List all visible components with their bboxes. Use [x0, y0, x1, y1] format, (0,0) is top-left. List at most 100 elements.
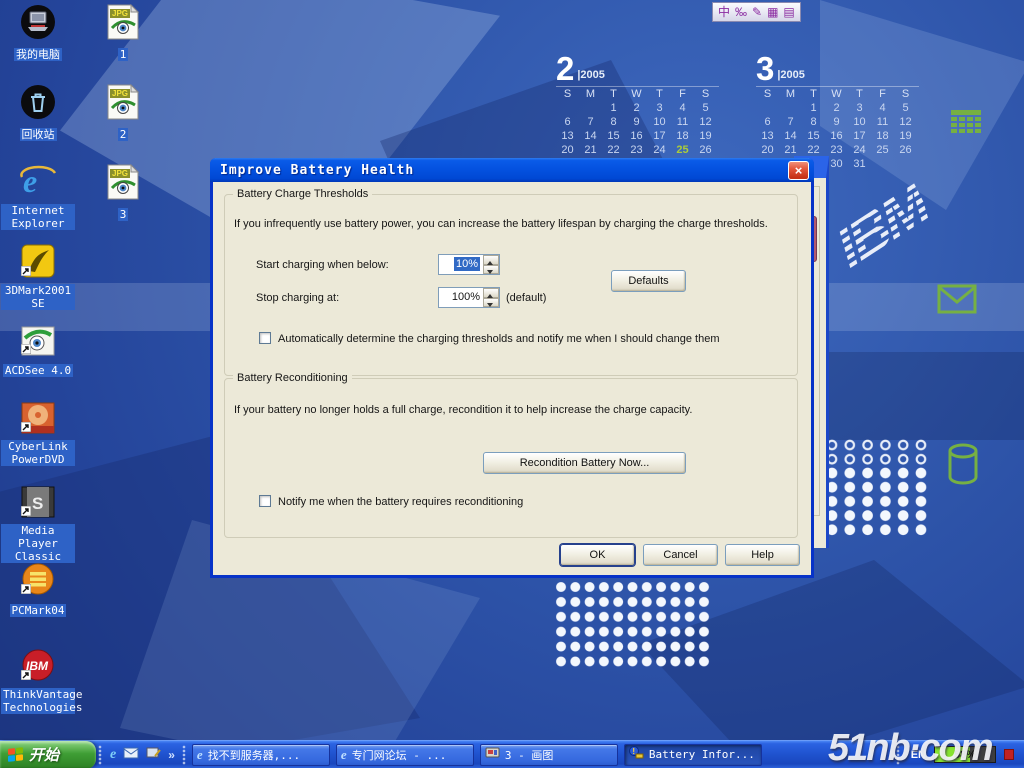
- icon-label: 2: [118, 128, 129, 141]
- icon-label: PCMark04: [10, 604, 67, 617]
- envelope-icon: [937, 283, 977, 320]
- calendar-day: 20: [556, 144, 579, 158]
- battery-reconditioning-group: Battery Reconditioning If your battery n…: [224, 378, 798, 538]
- calendar-day: 12: [694, 116, 717, 130]
- desktop-icon-jpg[interactable]: JPG 3: [86, 164, 160, 223]
- svg-text:S: S: [32, 494, 43, 513]
- taskbar-separator: [182, 745, 187, 765]
- recondition-battery-button[interactable]: Recondition Battery Now...: [483, 452, 686, 474]
- task-label: 专门网论坛 - ...: [352, 747, 447, 763]
- ime-language-bar[interactable]: 中 ‰ ✎ ▦ ▤: [712, 2, 801, 22]
- calendar-day: 20: [756, 144, 779, 158]
- calendar-day: [756, 102, 779, 116]
- soft-keyboard-icon[interactable]: ▦: [767, 6, 778, 18]
- calendar-day: 8: [602, 116, 625, 130]
- wallpaper-dots: [554, 580, 712, 669]
- calendar-day: 31: [848, 158, 871, 172]
- calendar-day-header: M: [579, 88, 602, 102]
- desktop-icon-jpg[interactable]: JPG1: [86, 4, 160, 63]
- task-button[interactable]: !Battery Infor...: [624, 744, 762, 766]
- spinner-up-icon[interactable]: [483, 288, 499, 298]
- menu-icon[interactable]: ▤: [783, 6, 794, 18]
- desktop-icon-recycle-bin[interactable]: 回收站: [1, 84, 75, 143]
- icon-label: 3: [118, 208, 129, 221]
- auto-determine-checkbox[interactable]: [259, 332, 271, 344]
- show-desktop-icon[interactable]: [146, 746, 161, 764]
- calendar-day: 22: [602, 144, 625, 158]
- start-charging-value: 10%: [454, 257, 480, 271]
- calendar-day: [579, 102, 602, 116]
- desktop-icon-3dmark[interactable]: 3DMark2001 SE: [1, 244, 75, 312]
- close-icon[interactable]: ×: [788, 161, 809, 180]
- spinner-up-icon[interactable]: [483, 255, 499, 265]
- calendar-day: 16: [625, 130, 648, 144]
- calendar-day: [894, 158, 917, 172]
- calendar-day: 15: [602, 130, 625, 144]
- desktop-icon-ie[interactable]: eInternet Explorer: [1, 162, 75, 232]
- help-button[interactable]: Help: [725, 544, 800, 566]
- icon-label: 回收站: [20, 128, 57, 141]
- start-button[interactable]: 开始: [0, 741, 96, 768]
- shortcut-arrow-icon: [21, 506, 31, 516]
- task-button[interactable]: e找不到服务器,...: [192, 744, 330, 766]
- ie-icon: e: [341, 747, 347, 763]
- cancel-button[interactable]: Cancel: [643, 544, 718, 566]
- spinner-down-icon[interactable]: [483, 265, 499, 275]
- calendar-day-header: T: [802, 88, 825, 102]
- calendar-day: 3: [848, 102, 871, 116]
- shortcut-arrow-icon: [21, 584, 31, 594]
- desktop-icon-acdsee[interactable]: ACDSee 4.0: [1, 326, 75, 379]
- task-buttons: e找不到服务器,...e专门网论坛 - ...3 - 画图!Battery In…: [189, 744, 765, 766]
- svg-text:JPG: JPG: [112, 169, 128, 178]
- desktop-icon-powerdvd[interactable]: CyberLink PowerDVD: [1, 402, 75, 468]
- database-cylinder-icon: [947, 443, 979, 490]
- desktop-icon-thinkvantage[interactable]: IBMThinkVantage Technologies: [1, 648, 75, 716]
- punctuation-icon[interactable]: ✎: [752, 6, 762, 18]
- shortcut-arrow-icon: [21, 266, 31, 276]
- shortcut-arrow-icon: [21, 344, 31, 354]
- ie-quicklaunch-icon[interactable]: e: [110, 747, 116, 763]
- calendar-month-number: 3: [756, 55, 774, 83]
- reconditioning-description: If your battery no longer holds a full c…: [234, 404, 692, 416]
- desktop-icon-pcmark[interactable]: PCMark04: [1, 562, 75, 619]
- calendar-day: [779, 102, 802, 116]
- task-button[interactable]: e 专门网论坛 - ...: [336, 744, 474, 766]
- calendar-day: 9: [625, 116, 648, 130]
- calendar-day-header: W: [825, 88, 848, 102]
- mail-quicklaunch-icon[interactable]: [123, 746, 139, 764]
- fullwidth-icon[interactable]: ‰: [735, 6, 747, 18]
- calendar-day: 24: [648, 144, 671, 158]
- calendar-day: 5: [894, 102, 917, 116]
- desktop-icon-my-computer[interactable]: 我的电脑: [1, 4, 75, 63]
- recycle-bin-icon: [20, 84, 56, 120]
- task-label: 3 - 画图: [505, 747, 554, 763]
- desktop-icon-mpc[interactable]: SMedia Player Classic: [1, 486, 75, 565]
- notify-reconditioning-checkbox[interactable]: [259, 495, 271, 507]
- stop-charging-spinner[interactable]: 100%: [438, 287, 500, 308]
- chevron-icon[interactable]: »: [168, 748, 175, 762]
- dialog-title: Improve Battery Health: [210, 163, 414, 178]
- calendar-day-header: S: [556, 88, 579, 102]
- spinner-down-icon[interactable]: [483, 298, 499, 308]
- dialog-titlebar[interactable]: Improve Battery Health ×: [210, 158, 814, 182]
- thresholds-description: If you infrequently use battery power, y…: [234, 218, 768, 230]
- task-button[interactable]: 3 - 画图: [480, 744, 618, 766]
- start-charging-spinner[interactable]: 10%: [438, 254, 500, 275]
- calendar-day: 16: [825, 130, 848, 144]
- wallpaper-dots-hollow: [823, 438, 931, 467]
- spreadsheet-grid-icon: [951, 110, 981, 139]
- tray-icon[interactable]: [1004, 749, 1014, 760]
- battery-icon: !: [629, 746, 644, 764]
- ie-icon: e: [197, 747, 203, 763]
- defaults-button[interactable]: Defaults: [611, 270, 686, 292]
- shortcut-arrow-icon: [21, 670, 31, 680]
- calendar-day: 3: [648, 102, 671, 116]
- desktop-icon-jpg[interactable]: JPG2: [86, 84, 160, 143]
- svg-text:JPG: JPG: [112, 9, 128, 18]
- wallpaper-dots: [823, 466, 931, 538]
- chinese-mode-icon[interactable]: 中: [718, 6, 730, 18]
- calendar-day-header: W: [625, 88, 648, 102]
- calendar-month-number: 2: [556, 55, 574, 83]
- acdsee-icon: [21, 326, 55, 356]
- ok-button[interactable]: OK: [560, 544, 635, 566]
